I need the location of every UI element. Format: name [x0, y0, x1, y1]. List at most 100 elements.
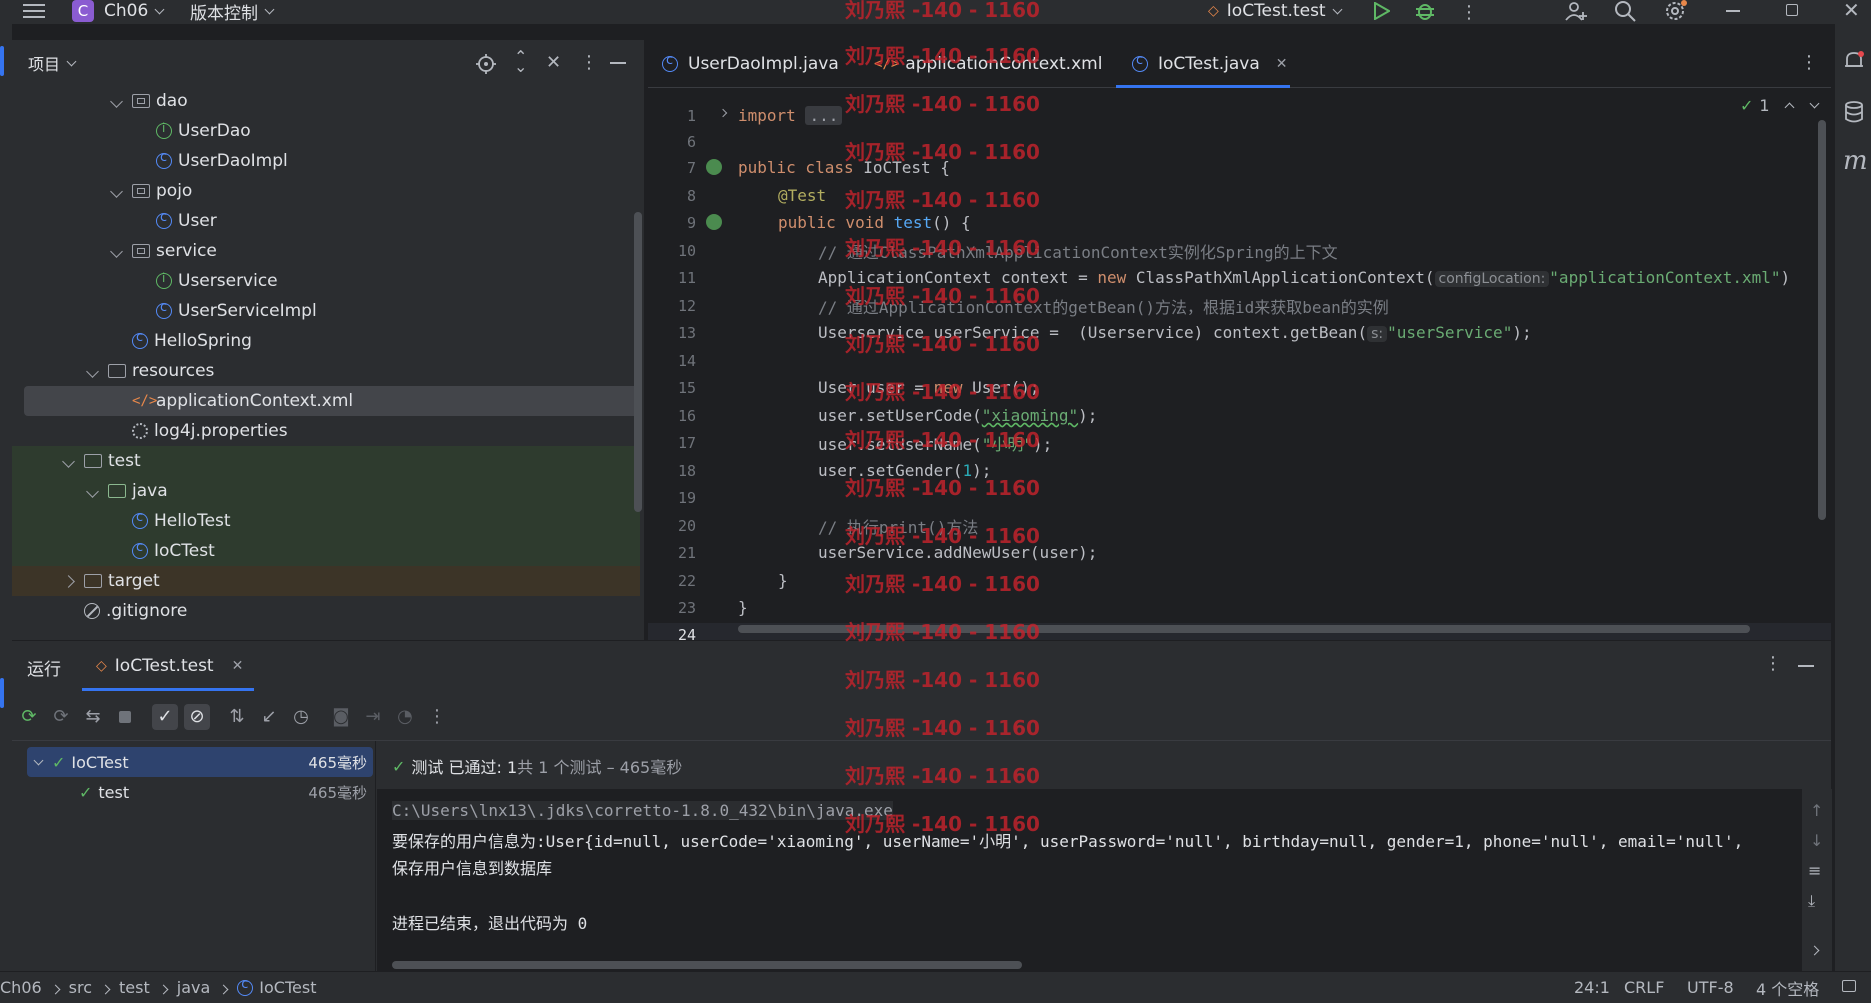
export-icon[interactable]: ⇥ [360, 704, 386, 730]
minimize-icon[interactable] [1726, 10, 1740, 12]
project-panel-title[interactable]: 项目 [28, 51, 60, 75]
tree-item[interactable]: pojo [12, 176, 640, 206]
chevron-down-icon[interactable] [110, 185, 123, 198]
scroll-to-end-icon[interactable]: ⤓ [1808, 891, 1815, 911]
collapse-all-icon[interactable]: ✕ [546, 52, 561, 73]
chevron-down-icon[interactable] [62, 455, 75, 468]
lock-icon[interactable] [1842, 980, 1856, 992]
tree-item[interactable]: IoCTest [12, 536, 640, 566]
chevron-down-icon[interactable] [66, 56, 77, 66]
history-icon[interactable]: ◷ [288, 704, 314, 730]
expand-icon[interactable] [1809, 939, 1820, 958]
tab-ioctest[interactable]: IoCTest.java ✕ [1132, 40, 1288, 88]
soft-wrap-icon[interactable]: ≡ [1808, 861, 1821, 880]
more-actions-icon[interactable]: ⋮ [1460, 2, 1478, 23]
hide-panel-icon[interactable] [610, 62, 626, 64]
fold-arrow-icon[interactable] [718, 108, 728, 118]
collapse-icon[interactable]: ↙ [256, 704, 282, 730]
line-separator[interactable]: CRLF [1624, 978, 1664, 997]
show-passed-icon[interactable]: ✓ [152, 703, 178, 730]
locate-icon[interactable] [476, 54, 496, 78]
tree-item[interactable]: .gitignore [12, 596, 640, 626]
run-gutter-icon[interactable] [706, 214, 722, 230]
breadcrumb-item[interactable]: src [69, 978, 92, 997]
test-row-ioctest[interactable]: ✓ IoCTest 465毫秒 [27, 747, 373, 777]
tree-item[interactable]: service [12, 236, 640, 266]
tree-item[interactable]: java [12, 476, 640, 506]
breadcrumb-item[interactable]: test [119, 978, 150, 997]
options-icon[interactable]: ⋮ [580, 52, 598, 73]
indent-setting[interactable]: 4 个空格 [1756, 976, 1819, 1000]
chevron-down-icon[interactable] [33, 755, 44, 765]
restore-icon[interactable] [1786, 4, 1798, 16]
test-row-test[interactable]: ✓ test 465毫秒 [27, 777, 373, 807]
breadcrumb-item[interactable]: java [177, 978, 211, 997]
editor-horizontal-scrollbar[interactable] [738, 625, 1750, 633]
sort-icon[interactable]: ⇅ [224, 704, 250, 730]
close-tab-icon[interactable]: ✕ [1276, 56, 1288, 72]
expand-all-icon[interactable]: ⌃ ⌄ [514, 49, 527, 75]
console-horizontal-scrollbar[interactable] [392, 961, 1022, 969]
tree-item[interactable]: UserServiceImpl [12, 296, 640, 326]
maven-icon[interactable]: m [1843, 146, 1868, 176]
tab-userdaoimpl[interactable]: UserDaoImpl.java [662, 40, 839, 88]
settings-gear-icon[interactable] [1664, 0, 1688, 26]
vcs-menu[interactable]: 版本控制 [190, 0, 275, 24]
tab-options-icon[interactable]: ⋮ [1800, 52, 1818, 73]
project-scrollbar[interactable] [634, 212, 642, 512]
code-area[interactable]: 1 import ... 6 7 public class IoCTest { 8 @… [648, 88, 1831, 646]
stop-icon[interactable] [112, 704, 138, 730]
chevron-down-icon[interactable] [110, 245, 123, 258]
search-icon[interactable] [1614, 0, 1636, 26]
console-output[interactable]: C:\Users\lnx13\.jdks\corretto-1.8.0_432\… [377, 789, 1831, 972]
project-panel: 项目 ⌃⌄ ✕ ⋮ daoUserDaoUserDaoImplpojoUsers… [12, 40, 644, 640]
tree-item[interactable]: resources [12, 356, 640, 386]
tree-item[interactable]: dao [12, 86, 640, 116]
editor-vertical-scrollbar[interactable] [1818, 120, 1826, 520]
tree-item[interactable]: HelloSpring [12, 326, 640, 356]
folded-region[interactable]: ... [805, 106, 843, 125]
run-panel-title[interactable]: 运行 [27, 655, 61, 680]
tree-item[interactable]: User [12, 206, 640, 236]
project-switcher[interactable]: C Ch06 [72, 0, 165, 22]
show-ignored-icon[interactable]: ⊘ [184, 703, 210, 730]
run-gutter-icon[interactable] [706, 159, 722, 175]
arrow-down-icon[interactable]: ↓ [1810, 831, 1823, 850]
main-menu-icon[interactable] [22, 0, 46, 22]
caret-position[interactable]: 24:1 [1574, 978, 1610, 997]
tree-item[interactable]: </> applicationContext.xml [24, 386, 640, 416]
tree-item[interactable]: test [12, 446, 640, 476]
chevron-right-icon[interactable] [62, 575, 75, 588]
close-window-icon[interactable]: ✕ [1843, 0, 1860, 20]
tree-item[interactable]: target [12, 566, 640, 596]
chevron-down-icon[interactable] [110, 95, 123, 108]
close-tab-icon[interactable]: ✕ [232, 658, 244, 674]
tree-item[interactable]: log4j.properties [12, 416, 640, 446]
run-icon[interactable] [1372, 1, 1392, 24]
rerun-icon[interactable]: ⟳ [16, 704, 42, 730]
screenshot-icon[interactable]: ◙ [328, 704, 354, 730]
database-icon[interactable] [1843, 100, 1865, 128]
breadcrumb-item[interactable]: Ch06 [0, 978, 42, 997]
tree-item[interactable]: HelloTest [12, 506, 640, 536]
toggle-auto-test-icon[interactable]: ⇆ [80, 704, 106, 730]
tree-item[interactable]: UserDao [12, 116, 640, 146]
tab-application-context[interactable]: </> applicationContext.xml [874, 40, 1102, 88]
chevron-down-icon[interactable] [86, 485, 99, 498]
run-options-icon[interactable]: ⋮ [1764, 653, 1782, 674]
more-icon[interactable]: ⋮ [424, 704, 450, 730]
rerun-failed-icon[interactable]: ⟳ [48, 704, 74, 730]
run-tab[interactable]: ◇ IoCTest.test ✕ [96, 641, 243, 691]
run-config-selector[interactable]: ◇ IoCTest.test [1208, 0, 1343, 22]
add-user-icon[interactable] [1564, 1, 1588, 25]
coverage-icon[interactable]: ◔ [392, 704, 418, 730]
chevron-down-icon[interactable] [86, 365, 99, 378]
arrow-up-icon[interactable]: ↑ [1810, 801, 1823, 820]
tree-item[interactable]: Userservice [12, 266, 640, 296]
notifications-bell-icon[interactable] [1843, 50, 1865, 76]
file-encoding[interactable]: UTF-8 [1687, 978, 1734, 997]
breadcrumb-item[interactable]: IoCTest [259, 978, 316, 997]
hide-panel-icon[interactable] [1798, 665, 1814, 667]
tree-item[interactable]: UserDaoImpl [12, 146, 640, 176]
debug-icon[interactable] [1414, 1, 1436, 25]
